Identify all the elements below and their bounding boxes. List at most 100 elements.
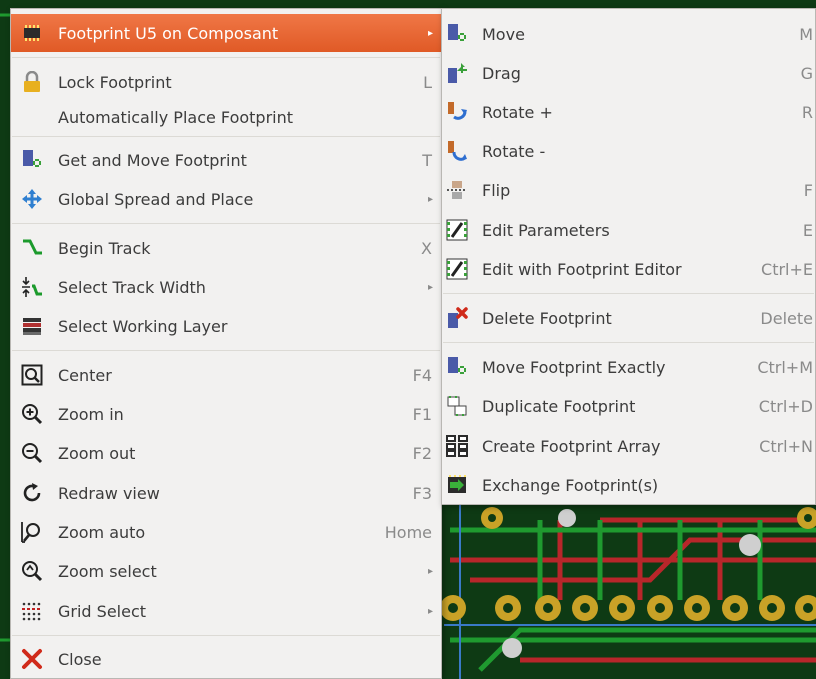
track-width-icon	[21, 276, 43, 298]
shortcut-label: Ctrl+M	[757, 357, 813, 377]
menu-item-label: Select Working Layer	[58, 316, 228, 336]
shortcut-label: F3	[412, 483, 432, 503]
shortcut-label: Ctrl+N	[759, 436, 813, 456]
shortcut-label: Delete	[760, 308, 813, 328]
menu-item-zoom-in[interactable]: Zoom in F1	[11, 395, 441, 433]
submenu-arrow-icon: ▸	[427, 193, 433, 205]
footprint-submenu: Move M Drag G Rotate + R Rotate - Flip F…	[441, 8, 816, 505]
zoom-auto-icon	[21, 521, 43, 543]
submenu-item-drag[interactable]: Drag G	[442, 54, 815, 92]
menu-item-begin-track[interactable]: Begin Track X	[11, 229, 441, 267]
menu-separator	[12, 223, 440, 224]
submenu-arrow-icon: ▸	[427, 605, 433, 617]
submenu-item-exchange[interactable]: Exchange Footprint(s)	[442, 466, 815, 504]
menu-item-label: Zoom out	[58, 443, 136, 463]
shortcut-label: Home	[384, 522, 432, 542]
menu-item-close[interactable]: Close	[11, 640, 441, 678]
move-icon	[446, 23, 468, 45]
shortcut-label: Ctrl+D	[758, 396, 813, 416]
zoom-out-icon	[21, 442, 43, 464]
menu-item-select-track-width[interactable]: Select Track Width ▸	[11, 268, 441, 306]
submenu-item-edit-with-editor[interactable]: Edit with Footprint Editor Ctrl+E	[442, 250, 815, 288]
menu-item-label: Get and Move Footprint	[58, 150, 247, 170]
lock-icon	[21, 71, 43, 93]
shortcut-label: T	[422, 150, 432, 170]
array-icon	[446, 435, 468, 457]
shortcut-label: X	[421, 238, 432, 258]
submenu-item-move[interactable]: Move M	[442, 15, 815, 53]
menu-item-label: Begin Track	[58, 238, 151, 258]
submenu-item-rotate-plus[interactable]: Rotate + R	[442, 93, 815, 131]
shortcut-label: R	[801, 102, 813, 122]
move-footprint-icon	[21, 149, 43, 171]
submenu-item-label: Move Footprint Exactly	[482, 357, 666, 377]
submenu-item-delete-footprint[interactable]: Delete Footprint Delete	[442, 299, 815, 337]
submenu-item-label: Flip	[482, 180, 511, 200]
flip-icon	[446, 179, 468, 201]
menu-item-label: Zoom select	[58, 561, 157, 581]
layers-icon	[21, 315, 43, 337]
submenu-item-create-array[interactable]: Create Footprint Array Ctrl+N	[442, 427, 815, 465]
duplicate-icon	[446, 395, 468, 417]
submenu-item-rotate-minus[interactable]: Rotate -	[442, 132, 815, 170]
menu-item-label: Center	[58, 365, 112, 385]
menu-item-zoom-out[interactable]: Zoom out F2	[11, 434, 441, 472]
menu-item-label: Grid Select	[58, 601, 147, 621]
menu-item-label: Zoom auto	[58, 522, 146, 542]
edit-editor-icon	[446, 258, 468, 280]
menu-item-label: Zoom in	[58, 404, 124, 424]
menu-item-grid-select[interactable]: Grid Select ▸	[11, 592, 441, 630]
grid-icon	[21, 600, 43, 622]
move-exact-icon	[446, 356, 468, 378]
submenu-item-label: Duplicate Footprint	[482, 396, 636, 416]
submenu-item-label: Rotate +	[482, 102, 553, 122]
menu-item-label: Global Spread and Place	[58, 189, 254, 209]
submenu-item-move-exactly[interactable]: Move Footprint Exactly Ctrl+M	[442, 348, 815, 386]
menu-item-center[interactable]: Center F4	[11, 356, 441, 394]
shortcut-label: E	[802, 220, 813, 240]
submenu-item-label: Rotate -	[482, 141, 546, 161]
zoom-select-icon	[21, 560, 43, 582]
submenu-arrow-icon: ▸	[427, 565, 433, 577]
menu-item-zoom-select[interactable]: Zoom select ▸	[11, 552, 441, 590]
menu-item-redraw-view[interactable]: Redraw view F3	[11, 474, 441, 512]
menu-item-label: Lock Footprint	[58, 72, 172, 92]
context-menu: Footprint U5 on Composant ▸ Lock Footpri…	[10, 8, 442, 679]
menu-item-lock-footprint[interactable]: Lock Footprint L	[11, 63, 441, 101]
submenu-item-edit-parameters[interactable]: Edit Parameters E	[442, 211, 815, 249]
edit-icon	[446, 219, 468, 241]
menu-item-get-move[interactable]: Get and Move Footprint T	[11, 141, 441, 179]
submenu-item-label: Delete Footprint	[482, 308, 612, 328]
submenu-item-label: Edit with Footprint Editor	[482, 259, 682, 279]
menu-separator	[12, 57, 440, 58]
spread-arrows-icon	[21, 188, 43, 210]
rotate-cw-icon	[446, 101, 468, 123]
menu-item-label: Redraw view	[58, 483, 160, 503]
menu-item-select-working-layer[interactable]: Select Working Layer	[11, 307, 441, 345]
menu-item-label: Footprint U5 on Composant	[58, 23, 279, 43]
submenu-item-label: Exchange Footprint(s)	[482, 475, 659, 495]
menu-item-auto-place[interactable]: Automatically Place Footprint	[11, 98, 441, 136]
submenu-item-label: Edit Parameters	[482, 220, 610, 240]
submenu-item-flip[interactable]: Flip F	[442, 171, 815, 209]
footprint-chip-icon	[21, 22, 43, 44]
submenu-item-duplicate[interactable]: Duplicate Footprint Ctrl+D	[442, 387, 815, 425]
shortcut-label: F4	[412, 365, 432, 385]
submenu-item-label: Create Footprint Array	[482, 436, 661, 456]
redraw-icon	[21, 482, 43, 504]
menu-item-global-spread[interactable]: Global Spread and Place ▸	[11, 180, 441, 218]
shortcut-label: F	[803, 180, 813, 200]
shortcut-label: Ctrl+E	[761, 259, 813, 279]
menu-item-zoom-auto[interactable]: Zoom auto Home	[11, 513, 441, 551]
menu-separator	[12, 136, 440, 137]
menu-item-label: Select Track Width	[58, 277, 206, 297]
menu-item-label: Close	[58, 649, 102, 669]
close-icon	[21, 648, 43, 670]
menu-item-footprint-header[interactable]: Footprint U5 on Composant ▸	[11, 14, 441, 52]
submenu-arrow-icon: ▸	[427, 27, 433, 39]
exchange-icon	[446, 474, 468, 496]
shortcut-label: G	[800, 63, 813, 83]
shortcut-label: M	[799, 24, 813, 44]
shortcut-label: F1	[412, 404, 432, 424]
menu-separator	[12, 350, 440, 351]
